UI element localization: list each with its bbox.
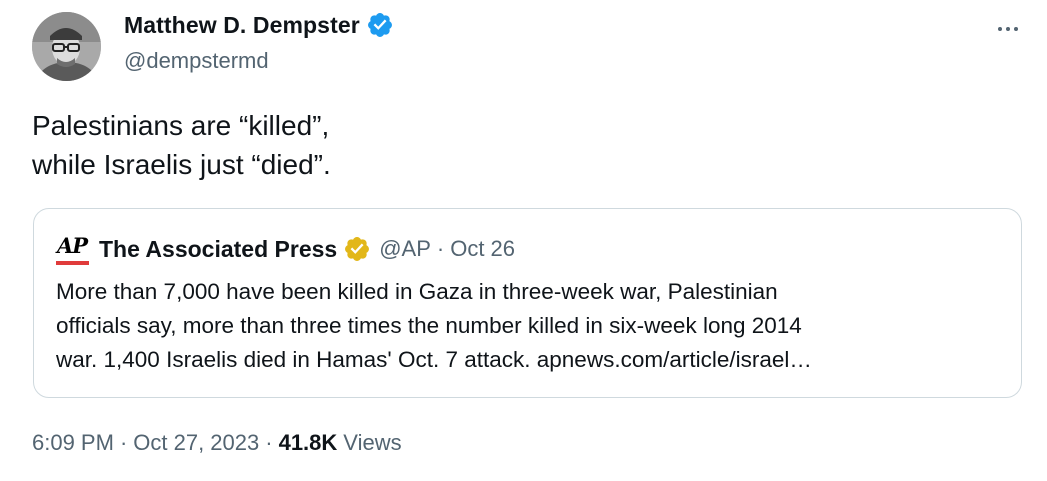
- quoted-tweet-date[interactable]: Oct 26: [450, 236, 515, 262]
- more-horizontal-icon: [998, 27, 1002, 31]
- avatar-photo: [32, 12, 101, 81]
- separator-dot: ·: [436, 236, 445, 261]
- tweet-text: Palestinians are “killed”, while Israeli…: [32, 106, 992, 184]
- tweet-meta: 6:09 PM · Oct 27, 2023 · 41.8K Views: [32, 430, 402, 456]
- quoted-text-line: war. 1,400 Israelis died in Hamas' Oct. …: [56, 347, 812, 372]
- separator-dot: ·: [265, 430, 273, 455]
- quoted-tweet-text: More than 7,000 have been killed in Gaza…: [56, 275, 1006, 377]
- quoted-author-name[interactable]: The Associated Press: [99, 236, 337, 263]
- tweet-text-line: while Israelis just “died”.: [32, 149, 331, 180]
- quoted-text-line: officials say, more than three times the…: [56, 313, 802, 338]
- gold-verified-badge-icon[interactable]: [343, 235, 371, 263]
- tweet-date[interactable]: Oct 27, 2023: [133, 430, 259, 455]
- views-label: Views: [343, 430, 402, 455]
- quoted-text-line: More than 7,000 have been killed in Gaza…: [56, 279, 778, 304]
- quoted-tweet[interactable]: AP The Associated Press @AP · Oct 26 Mor…: [33, 208, 1022, 398]
- quoted-author-handle[interactable]: @AP: [379, 236, 431, 262]
- views-count: 41.8K: [278, 430, 338, 455]
- author-handle[interactable]: @dempstermd: [124, 48, 269, 74]
- more-horizontal-icon: [1006, 27, 1010, 31]
- tweet-card: Matthew D. Dempster @dempstermd Palestin…: [0, 0, 1047, 481]
- tweet-time[interactable]: 6:09 PM: [32, 430, 114, 455]
- separator-dot: ·: [119, 430, 128, 455]
- author-name-row: Matthew D. Dempster: [124, 11, 394, 39]
- more-horizontal-icon: [1014, 27, 1018, 31]
- ap-logo[interactable]: AP: [56, 231, 90, 267]
- author-name[interactable]: Matthew D. Dempster: [124, 12, 360, 39]
- tweet-text-line: Palestinians are “killed”,: [32, 110, 330, 141]
- more-options-button[interactable]: [991, 14, 1025, 44]
- verified-badge-icon[interactable]: [366, 11, 394, 39]
- quoted-tweet-header: AP The Associated Press @AP · Oct 26: [56, 231, 515, 267]
- avatar[interactable]: [32, 12, 101, 81]
